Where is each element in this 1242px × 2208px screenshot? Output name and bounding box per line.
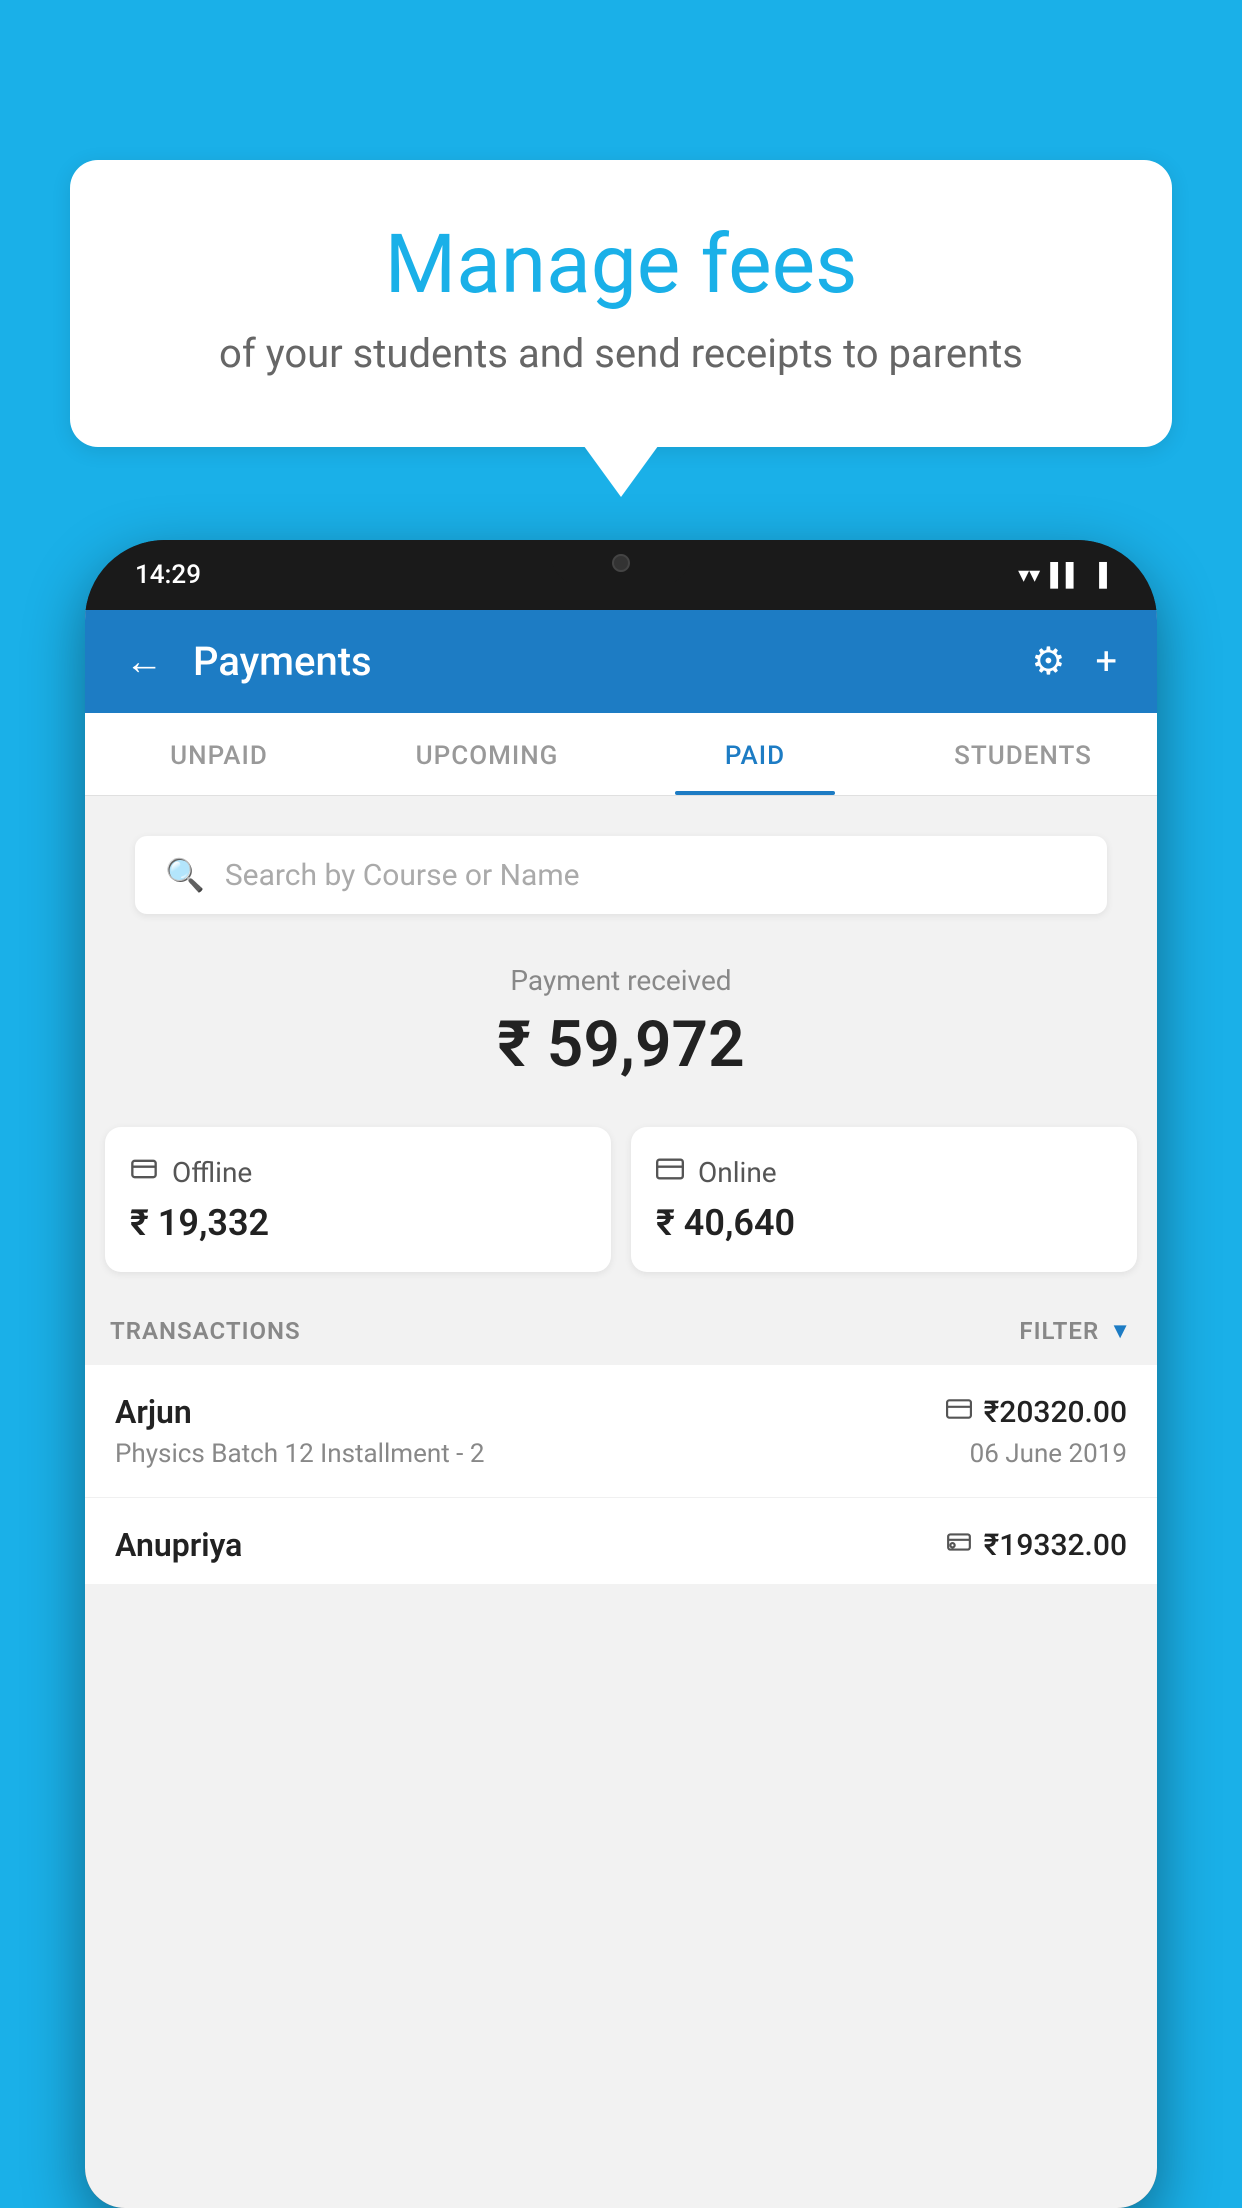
offline-label: Offline bbox=[172, 1156, 252, 1189]
online-label: Online bbox=[698, 1156, 777, 1189]
student-name: Arjun bbox=[115, 1393, 192, 1431]
payment-cards: Offline ₹ 19,332 Online ₹ 40,640 bbox=[85, 1127, 1157, 1297]
transaction-amount: ₹20320.00 bbox=[984, 1395, 1127, 1430]
bubble-title: Manage fees bbox=[130, 220, 1112, 310]
online-amount: ₹ 40,640 bbox=[656, 1202, 1112, 1244]
back-button[interactable]: ← bbox=[125, 640, 163, 684]
tab-students[interactable]: STUDENTS bbox=[889, 713, 1157, 795]
total-amount: ₹ 59,972 bbox=[105, 1007, 1137, 1082]
settings-icon[interactable]: ⚙ bbox=[1031, 639, 1065, 684]
offline-amount: ₹ 19,332 bbox=[130, 1202, 586, 1244]
tab-unpaid[interactable]: UNPAID bbox=[85, 713, 353, 795]
phone-notch bbox=[551, 540, 691, 585]
transactions-label: TRANSACTIONS bbox=[110, 1317, 301, 1345]
offline-card: Offline ₹ 19,332 bbox=[105, 1127, 611, 1272]
filter-icon: ▼ bbox=[1109, 1318, 1132, 1344]
phone-frame: 14:29 ▾▾ ▌▌ ▐ ← Payments ⚙ + UNPAID UPC bbox=[85, 540, 1157, 2208]
payment-type-icon bbox=[946, 1396, 972, 1429]
camera bbox=[612, 554, 630, 572]
add-icon[interactable]: + bbox=[1095, 640, 1117, 684]
speech-bubble: Manage fees of your students and send re… bbox=[70, 160, 1172, 447]
filter-label: FILTER bbox=[1019, 1317, 1099, 1345]
table-row[interactable]: Anupriya ₹19332.00 bbox=[85, 1498, 1157, 1584]
phone-screen: ← Payments ⚙ + UNPAID UPCOMING PAID STUD… bbox=[85, 610, 1157, 2208]
payment-type-icon bbox=[946, 1529, 972, 1562]
battery-icon: ▐ bbox=[1091, 562, 1107, 588]
course-info: Physics Batch 12 Installment - 2 bbox=[115, 1439, 484, 1469]
online-card: Online ₹ 40,640 bbox=[631, 1127, 1137, 1272]
status-icons: ▾▾ ▌▌ ▐ bbox=[1018, 562, 1107, 588]
search-icon: 🔍 bbox=[165, 856, 205, 894]
status-bar: 14:29 ▾▾ ▌▌ ▐ bbox=[85, 540, 1157, 610]
online-icon bbox=[656, 1155, 684, 1190]
transaction-date: 06 June 2019 bbox=[970, 1439, 1127, 1469]
page-title: Payments bbox=[193, 638, 1031, 685]
search-placeholder: Search by Course or Name bbox=[225, 858, 580, 893]
search-bar-wrapper: 🔍 Search by Course or Name bbox=[85, 796, 1157, 914]
status-time: 14:29 bbox=[135, 560, 201, 590]
search-bar[interactable]: 🔍 Search by Course or Name bbox=[135, 836, 1107, 914]
payment-received-label: Payment received bbox=[105, 964, 1137, 997]
app-header: ← Payments ⚙ + bbox=[85, 610, 1157, 713]
tab-paid[interactable]: PAID bbox=[621, 713, 889, 795]
filter-button[interactable]: FILTER ▼ bbox=[1019, 1317, 1132, 1345]
bubble-subtitle: of your students and send receipts to pa… bbox=[130, 330, 1112, 377]
transaction-list: Arjun ₹20320.00 Physics Batch 12 Install… bbox=[85, 1365, 1157, 1584]
student-name: Anupriya bbox=[115, 1526, 242, 1564]
transactions-header: TRANSACTIONS FILTER ▼ bbox=[85, 1297, 1157, 1365]
wifi-icon: ▾▾ bbox=[1018, 563, 1040, 588]
tab-bar: UNPAID UPCOMING PAID STUDENTS bbox=[85, 713, 1157, 796]
header-actions: ⚙ + bbox=[1031, 639, 1117, 684]
signal-icon: ▌▌ bbox=[1050, 562, 1081, 588]
offline-icon bbox=[130, 1155, 158, 1190]
transaction-amount: ₹19332.00 bbox=[984, 1528, 1127, 1563]
tab-upcoming[interactable]: UPCOMING bbox=[353, 713, 621, 795]
payment-summary: Payment received ₹ 59,972 bbox=[85, 934, 1157, 1127]
table-row[interactable]: Arjun ₹20320.00 Physics Batch 12 Install… bbox=[85, 1365, 1157, 1498]
